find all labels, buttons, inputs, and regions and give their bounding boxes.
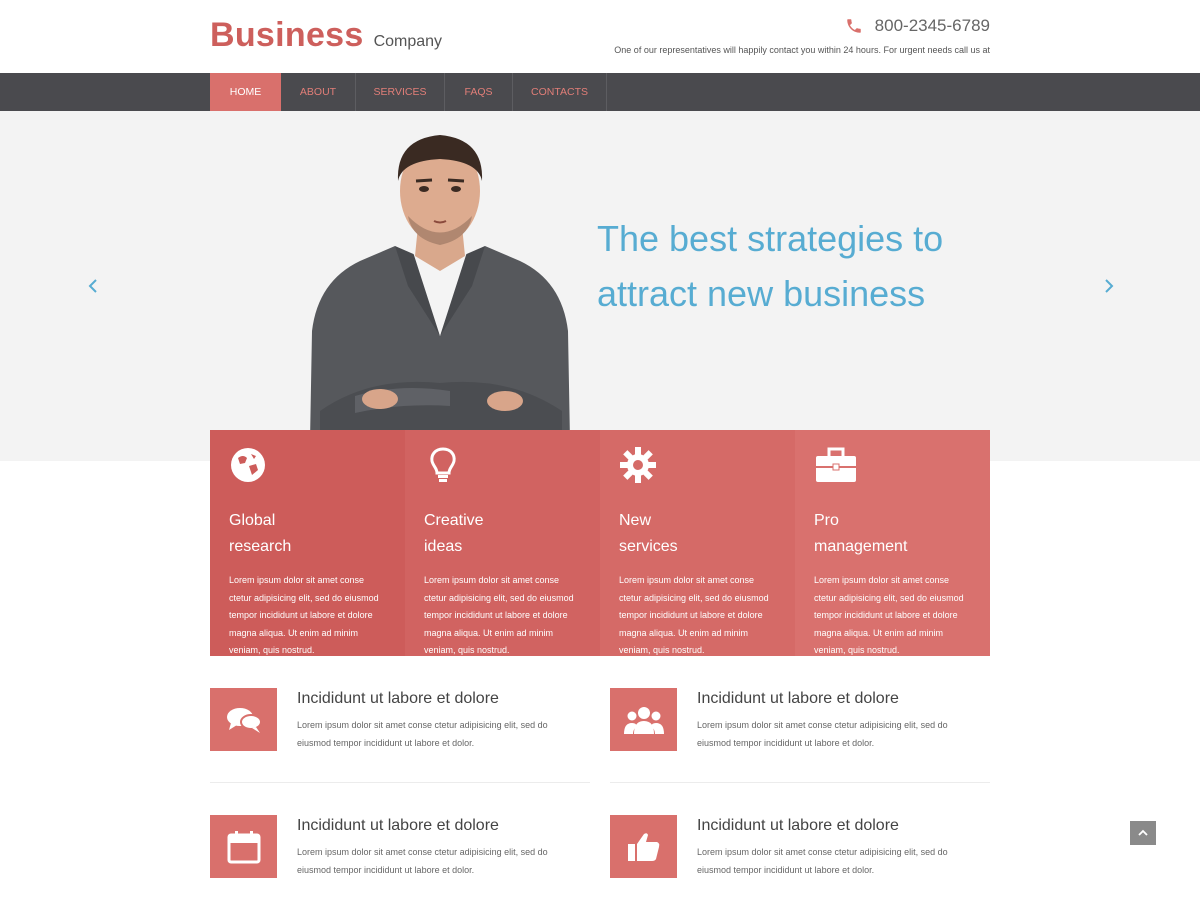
- feature-title: Global research: [229, 512, 292, 555]
- feature-card[interactable]: Creative ideas Lorem ipsum dolor sit ame…: [405, 430, 600, 656]
- info-text: Lorem ipsum dolor sit amet conse ctetur …: [297, 720, 548, 748]
- info-icon-box: [210, 688, 277, 751]
- nav-item-services[interactable]: SERVICES: [356, 73, 445, 111]
- hero-title-line1: The best strategies to: [597, 218, 944, 259]
- feature-card[interactable]: Pro management Lorem ipsum dolor sit ame…: [795, 430, 990, 656]
- site-header: Business Company 800-2345-6789 One of ou…: [0, 0, 1200, 73]
- feature-text: Lorem ipsum dolor sit amet conse ctetur …: [814, 575, 964, 656]
- feature-text: Lorem ipsum dolor sit amet conse ctetur …: [229, 575, 379, 656]
- main-navbar: HOME ABOUT SERVICES FAQS CONTACTS: [0, 73, 1200, 111]
- info-block: Incididunt ut labore et dolore Lorem ips…: [610, 815, 990, 885]
- slider-prev-button[interactable]: [84, 276, 104, 296]
- info-block: Incididunt ut labore et dolore Lorem ips…: [210, 688, 590, 758]
- thumbs-up-icon: [627, 832, 659, 861]
- phone-number[interactable]: 800-2345-6789: [845, 16, 990, 36]
- feature-title: Creative ideas: [424, 512, 484, 555]
- slider-next-button[interactable]: [1098, 276, 1118, 296]
- info-icon-box: [610, 688, 677, 751]
- main-nav: HOME ABOUT SERVICES FAQS CONTACTS: [210, 73, 607, 111]
- info-title: Incididunt ut labore et dolore: [297, 690, 499, 707]
- nav-item-faqs[interactable]: FAQS: [445, 73, 513, 111]
- gear-icon: [620, 447, 656, 483]
- info-icon-box: [610, 815, 677, 878]
- users-icon: [623, 706, 664, 734]
- logo[interactable]: Business Company: [210, 16, 442, 55]
- feature-card[interactable]: Global research Lorem ipsum dolor sit am…: [210, 430, 405, 656]
- briefcase-icon: [816, 447, 856, 482]
- info-icon-box: [210, 815, 277, 878]
- info-text: Lorem ipsum dolor sit amet conse ctetur …: [297, 847, 548, 875]
- nav-item-about[interactable]: ABOUT: [281, 73, 356, 111]
- logo-main-text: Business: [210, 16, 364, 54]
- info-block: Incididunt ut labore et dolore Lorem ips…: [610, 688, 990, 758]
- info-text: Lorem ipsum dolor sit amet conse ctetur …: [697, 847, 948, 875]
- chevron-up-icon: [1138, 829, 1148, 836]
- divider: [610, 782, 990, 783]
- feature-text: Lorem ipsum dolor sit amet conse ctetur …: [424, 575, 574, 656]
- calendar-icon: [227, 830, 260, 863]
- info-text: Lorem ipsum dolor sit amet conse ctetur …: [697, 720, 948, 748]
- feature-card[interactable]: New services Lorem ipsum dolor sit amet …: [600, 430, 795, 656]
- features-row: Global research Lorem ipsum dolor sit am…: [210, 430, 990, 656]
- phone-icon: [846, 19, 861, 33]
- divider: [210, 782, 590, 783]
- feature-title: Pro management: [814, 512, 908, 555]
- chat-icon: [226, 707, 262, 733]
- nav-item-home[interactable]: HOME: [210, 73, 281, 111]
- chevron-right-icon: [1105, 279, 1114, 293]
- lightbulb-icon: [430, 447, 456, 482]
- phone-text: 800-2345-6789: [874, 16, 990, 35]
- scroll-to-top-button[interactable]: [1130, 821, 1156, 845]
- businessman-image: [310, 135, 570, 441]
- info-title: Incididunt ut labore et dolore: [697, 817, 899, 834]
- globe-icon: [231, 448, 265, 482]
- logo-sub-text: Company: [373, 33, 443, 50]
- info-title: Incididunt ut labore et dolore: [297, 817, 499, 834]
- hero-title: The best strategies to attract new busin…: [597, 211, 997, 321]
- nav-item-contacts[interactable]: CONTACTS: [513, 73, 607, 111]
- hero-slider: The best strategies to attract new busin…: [0, 111, 1200, 461]
- contact-note: One of our representatives will happily …: [614, 45, 990, 55]
- hero-title-line2: attract new business: [597, 273, 926, 314]
- info-block: Incididunt ut labore et dolore Lorem ips…: [210, 815, 590, 885]
- feature-text: Lorem ipsum dolor sit amet conse ctetur …: [619, 575, 769, 656]
- chevron-left-icon: [88, 279, 97, 293]
- feature-title: New services: [619, 512, 678, 555]
- info-title: Incididunt ut labore et dolore: [697, 690, 899, 707]
